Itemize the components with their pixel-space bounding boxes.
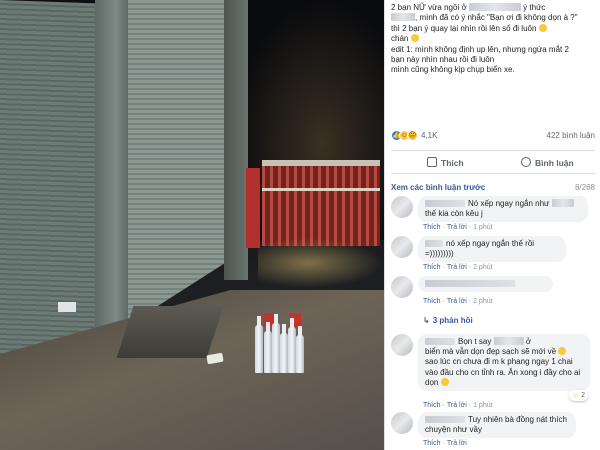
bottle: [280, 324, 288, 373]
comment-reply-link[interactable]: Trả lời: [447, 440, 467, 447]
comment-like-link[interactable]: Thích: [423, 298, 441, 305]
comment-label: Bình luận: [535, 158, 574, 168]
replies-count: 3 phản hồi: [432, 316, 473, 325]
avatar[interactable]: [391, 412, 413, 434]
caption-line: 2 bạn NỮ vừa ngồi ở: [391, 3, 467, 12]
caption-line: edit 1: mình không định up lên, nhưng ng…: [391, 44, 569, 54]
comment-reply-link[interactable]: Trả lời: [447, 298, 467, 305]
comment-text: Tuy nhiên bà đồng nát thích: [468, 415, 567, 424]
commenter-name-blurred[interactable]: [425, 280, 515, 287]
avatar[interactable]: [391, 334, 413, 356]
reply-arrow-icon: ↳: [423, 316, 430, 325]
comment-reaction-count: 2: [581, 392, 586, 399]
bottle: [255, 316, 263, 373]
blurred-text: [391, 13, 415, 22]
comment-like-link[interactable]: Thích: [423, 402, 441, 409]
bottle: [288, 318, 296, 373]
caption-line: bạn này nhìn nhau rồi đi luôn: [391, 55, 495, 65]
comment-like-link[interactable]: Thích: [423, 224, 441, 231]
sad-reaction-icon: ☹: [407, 130, 418, 141]
comment-bubble: Nó xếp ngay ngắn như thế kia còn kêu j: [418, 196, 588, 223]
bottle: [272, 314, 280, 373]
comment-reply-link[interactable]: Trả lời: [447, 264, 467, 271]
comment-bubble-icon: [521, 157, 531, 167]
comment-text: thế kia còn kêu j: [425, 209, 483, 219]
comment-bubble: Tuy nhiên bà đồng nát thích chuyện như v…: [418, 412, 576, 439]
comment-reply-link[interactable]: Trả lời: [447, 402, 467, 409]
comment-time: 2 phút: [473, 298, 493, 305]
comment-time: 1 phút: [473, 402, 493, 409]
post-panel: 2 bạn NỮ vừa ngồi ở ý thức , mình đã có …: [384, 0, 600, 450]
laughing-emoji-icon: [558, 347, 567, 356]
caption-line: ý thức: [523, 3, 546, 12]
post-caption: 2 bạn NỮ vừa ngồi ở ý thức , mình đã có …: [391, 3, 597, 76]
comment-meta: Thích · Trả lời · 2 phút: [423, 298, 493, 305]
bottle: [264, 322, 272, 373]
blurred-location: [468, 3, 521, 11]
haha-reaction-icon: ☺: [572, 392, 580, 399]
comment-button[interactable]: Bình luận: [521, 157, 574, 169]
comment-text: sao lúc cn chưa đi m k phang ngay 1 chai: [425, 357, 573, 367]
comment-time: 2 phút: [473, 264, 493, 271]
comment-meta: Thích · Trả lời · 2 phút: [423, 264, 493, 271]
view-replies-link[interactable]: ↳ 3 phản hồi: [423, 316, 473, 325]
comment-reply-link[interactable]: Trả lời: [447, 224, 467, 231]
comment-count[interactable]: 422 bình luận: [547, 131, 596, 140]
comment-bubble: [418, 276, 553, 292]
action-bar: Thích Bình luận: [391, 150, 595, 174]
comment-like-link[interactable]: Thích: [423, 264, 441, 271]
comment-text: chuyện như vầy: [425, 425, 482, 435]
blurred-text: [493, 337, 524, 345]
comment-bubble: Bọn t say ở biển mà vẫn dọn đẹp sạch sẽ …: [418, 334, 590, 392]
comment-text: ở: [525, 337, 532, 346]
caption-line: thì 2 bạn ý quay lại nhìn rồi lên số đi …: [391, 23, 537, 33]
smiling-emoji-icon: [440, 377, 449, 386]
bottle: [296, 326, 304, 373]
comment-meta: Thích · Trả lời · 1 phút: [423, 224, 493, 231]
blurred-text: [551, 199, 574, 207]
comment-pager: 8/268: [574, 183, 595, 192]
caption-line: chán: [391, 34, 409, 44]
comment-bubble: nó xếp ngay ngắn thế rồi =))))))))): [418, 236, 566, 263]
comment-meta: Thích · Trả lời · 1 phút: [423, 402, 493, 409]
comments-header: Xem các bình luận trước 8/268: [391, 183, 595, 192]
avatar[interactable]: [391, 276, 413, 298]
concrete-pillar-back: [224, 0, 248, 280]
commenter-name-blurred[interactable]: [425, 338, 455, 345]
comment-text: dọn: [425, 377, 439, 387]
avatar[interactable]: [391, 236, 413, 258]
comment-text: vào đầu cho cn tỉnh ra. Ăn xong i đầy ch…: [425, 367, 581, 377]
red-sign-post: [246, 168, 260, 248]
commenter-name-blurred[interactable]: [425, 416, 465, 423]
concrete-step: [116, 306, 224, 358]
view-previous-comments-link[interactable]: Xem các bình luận trước: [391, 183, 485, 192]
street-light-glow: [258, 238, 384, 288]
like-button[interactable]: Thích: [427, 157, 464, 169]
post-photo[interactable]: [0, 0, 384, 450]
comment-time: 1 phút: [473, 224, 493, 231]
gate-frame: [262, 188, 380, 191]
laughing-emoji-icon: [538, 23, 547, 32]
caption-line: mình cũng không kịp chụp biển xe.: [391, 65, 515, 75]
comment-reaction-badge[interactable]: ☺ 2: [569, 390, 589, 401]
like-label: Thích: [441, 158, 464, 168]
empty-bottles: [253, 303, 309, 373]
avatar[interactable]: [391, 196, 413, 218]
comment-meta: Thích · Trả lời: [423, 440, 467, 447]
commenter-name-blurred[interactable]: [425, 240, 443, 247]
comment-like-link[interactable]: Thích: [423, 440, 441, 447]
reaction-count[interactable]: 4,1K: [421, 131, 437, 140]
comment-text: Bọn t say: [458, 337, 492, 346]
wall-notice: [58, 302, 76, 312]
sad-emoji-icon: [410, 34, 419, 43]
comment-text: biển mà vẫn dọn đẹp sạch sẽ mới về: [425, 347, 557, 357]
caption-line: , mình đã có ý nhắc "Bạn ơi đi không dọn…: [415, 13, 578, 23]
thumbs-up-icon: [427, 157, 437, 167]
comment-text: Nó xếp ngay ngắn như: [468, 199, 550, 208]
reaction-summary[interactable]: 👍 ☺ ☹ 4,1K 422 bình luận: [391, 130, 595, 142]
commenter-name-blurred[interactable]: [425, 200, 465, 207]
red-metal-gate: [262, 160, 380, 246]
